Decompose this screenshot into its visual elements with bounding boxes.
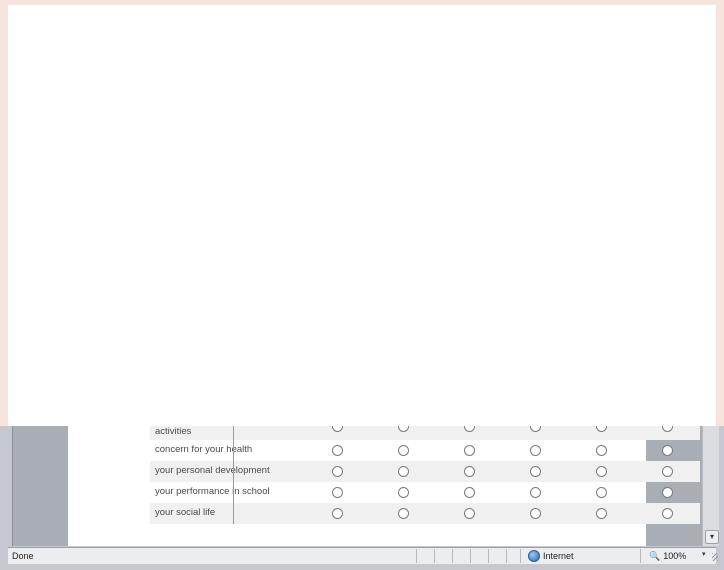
status-divider <box>640 549 641 563</box>
zoom-dropdown-icon[interactable]: ▾ <box>702 550 706 558</box>
status-divider <box>416 549 417 563</box>
label-column-divider <box>233 426 234 524</box>
rating-radio[interactable] <box>662 508 673 519</box>
magnifier-icon: 🔍 <box>649 550 661 561</box>
rating-radio[interactable] <box>662 487 673 498</box>
zoom-control[interactable]: 🔍 100% <box>649 550 686 562</box>
rating-radio[interactable] <box>464 445 475 456</box>
status-divider <box>520 549 521 563</box>
row-label: activities <box>155 426 192 437</box>
rating-radio[interactable] <box>332 487 343 498</box>
status-divider <box>506 549 507 563</box>
zoom-level: 100% <box>663 551 687 561</box>
rating-radio[interactable] <box>398 508 409 519</box>
status-divider <box>488 549 489 563</box>
rating-radio[interactable] <box>596 445 607 456</box>
rating-radio[interactable] <box>464 466 475 477</box>
rating-radio[interactable] <box>530 487 541 498</box>
page-content: activities concern for your health your … <box>68 421 700 546</box>
globe-icon <box>528 550 540 562</box>
rating-radio[interactable] <box>464 487 475 498</box>
rating-radio[interactable] <box>530 466 541 477</box>
vertical-scrollbar[interactable]: ▾ <box>702 426 719 546</box>
row-label: your personal development <box>155 465 270 476</box>
status-text: Done <box>12 551 34 561</box>
rating-radio[interactable] <box>596 508 607 519</box>
rating-radio[interactable] <box>662 445 673 456</box>
status-divider <box>452 549 453 563</box>
row-label: your performance in school <box>155 486 270 497</box>
row-label: your social life <box>155 507 216 518</box>
rating-radio[interactable] <box>530 445 541 456</box>
status-divider <box>470 549 471 563</box>
rating-radio[interactable] <box>530 508 541 519</box>
status-bar: Done Internet 🔍 100% ▾ <box>8 547 718 564</box>
rating-radio[interactable] <box>596 466 607 477</box>
rating-radio[interactable] <box>398 466 409 477</box>
rating-radio[interactable] <box>332 508 343 519</box>
security-zone[interactable]: Internet <box>528 550 574 562</box>
rating-radio[interactable] <box>596 487 607 498</box>
rating-radio[interactable] <box>464 508 475 519</box>
resize-grip-icon[interactable] <box>712 553 718 561</box>
scroll-down-button[interactable]: ▾ <box>705 530 719 544</box>
rating-radio[interactable] <box>332 445 343 456</box>
rating-radio[interactable] <box>398 445 409 456</box>
rating-radio[interactable] <box>398 487 409 498</box>
window-bottom-edge <box>0 564 724 570</box>
blank-overlay-panel <box>8 5 716 426</box>
row-label: concern for your health <box>155 444 253 455</box>
zone-label: Internet <box>543 551 574 561</box>
rating-radio[interactable] <box>662 466 673 477</box>
status-divider <box>434 549 435 563</box>
rating-radio[interactable] <box>332 466 343 477</box>
